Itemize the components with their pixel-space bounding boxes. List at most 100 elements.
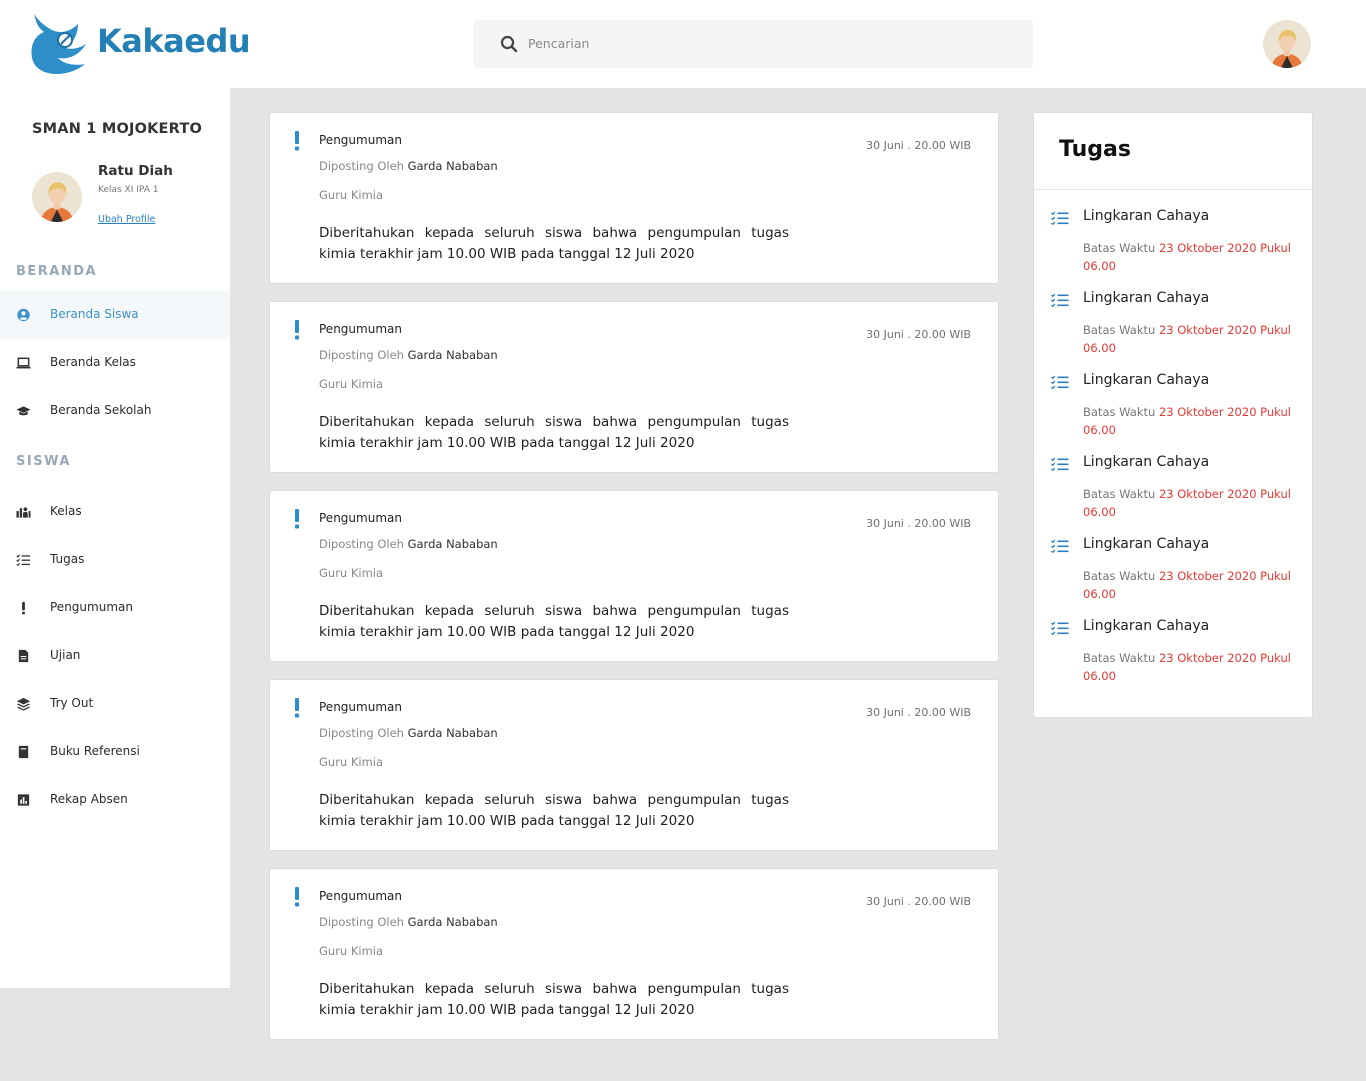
kakaedu-logo-icon[interactable] <box>30 12 88 76</box>
nav-beranda-sekolah[interactable]: Beranda Sekolah <box>0 387 230 435</box>
announcement-posted-by: Diposting Oleh Garda Nababan <box>319 726 498 740</box>
nav-try-out[interactable]: Try Out <box>0 680 230 728</box>
announcement-author: Garda Nababan <box>407 915 498 929</box>
task-item[interactable]: Lingkaran Cahaya Batas Waktu 23 Oktober … <box>1034 290 1312 375</box>
nav-rekap-absen[interactable]: Rekap Absen <box>0 776 230 824</box>
task-deadline: Batas Waktu 23 Oktober 2020 Pukul 06.00 <box>1083 239 1299 275</box>
announcement-card[interactable]: Pengumuman 30 Juni . 20.00 WIB Diposting… <box>269 112 999 284</box>
task-list-icon <box>1051 457 1069 471</box>
deadline-prefix: Batas Waktu <box>1083 569 1156 583</box>
announcement-role: Guru Kimia <box>319 755 384 769</box>
nav-beranda-kelas[interactable]: Beranda Kelas <box>0 339 230 387</box>
nav-label: Ujian <box>50 648 81 662</box>
announcement-card[interactable]: Pengumuman 30 Juni . 20.00 WIB Diposting… <box>269 679 999 851</box>
tugas-header: Tugas <box>1034 113 1312 190</box>
posted-by-prefix: Diposting Oleh <box>319 915 404 929</box>
nav-label: Kelas <box>50 504 82 518</box>
announcement-body: Diberitahukan kepada seluruh siswa bahwa… <box>319 225 789 262</box>
profile-avatar[interactable] <box>32 172 82 222</box>
brand-name[interactable]: Kakaedu <box>97 22 251 60</box>
nav-kelas[interactable]: Kelas <box>0 488 230 536</box>
task-name[interactable]: Lingkaran Cahaya <box>1083 618 1209 634</box>
task-deadline: Batas Waktu 23 Oktober 2020 Pukul 06.00 <box>1083 567 1299 603</box>
exclamation-icon <box>295 509 299 529</box>
announcement-title: Pengumuman <box>319 133 402 147</box>
posted-by-prefix: Diposting Oleh <box>319 348 404 362</box>
deadline-prefix: Batas Waktu <box>1083 651 1156 665</box>
announcement-card[interactable]: Pengumuman 30 Juni . 20.00 WIB Diposting… <box>269 301 999 473</box>
search-input[interactable]: Pencarian <box>528 36 589 51</box>
school-name: SMAN 1 MOJOKERTO <box>32 121 202 137</box>
task-deadline: Batas Waktu 23 Oktober 2020 Pukul 06.00 <box>1083 649 1299 685</box>
announcement-role: Guru Kimia <box>319 188 384 202</box>
announcement-date: 30 Juni . 20.00 WIB <box>866 328 971 341</box>
posted-by-prefix: Diposting Oleh <box>319 726 404 740</box>
exclamation-icon <box>295 320 299 340</box>
exclamation-icon <box>295 131 299 151</box>
exclamation-icon <box>22 601 25 615</box>
announcement-posted-by: Diposting Oleh Garda Nababan <box>319 537 498 551</box>
nav-label: Beranda Siswa <box>50 307 139 321</box>
task-item[interactable]: Lingkaran Cahaya Batas Waktu 23 Oktober … <box>1034 618 1312 703</box>
task-list-icon <box>1051 293 1069 307</box>
search-bar[interactable]: Pencarian <box>473 20 1033 68</box>
nav-label: Buku Referensi <box>50 744 140 758</box>
announcement-body: Diberitahukan kepada seluruh siswa bahwa… <box>319 603 789 640</box>
exclamation-icon <box>295 698 299 718</box>
nav-tugas[interactable]: Tugas <box>0 536 230 584</box>
announcement-card[interactable]: Pengumuman 30 Juni . 20.00 WIB Diposting… <box>269 868 999 1040</box>
nav-beranda-siswa[interactable]: Beranda Siswa <box>0 291 230 339</box>
posted-by-prefix: Diposting Oleh <box>319 159 404 173</box>
nav-label: Try Out <box>50 696 94 710</box>
announcement-role: Guru Kimia <box>319 377 384 391</box>
task-name[interactable]: Lingkaran Cahaya <box>1083 290 1209 306</box>
nav-ujian[interactable]: Ujian <box>0 632 230 680</box>
task-list-icon <box>1051 211 1069 225</box>
announcement-title: Pengumuman <box>319 511 402 525</box>
search-icon <box>500 35 518 53</box>
task-list-icon <box>1051 539 1069 553</box>
siswa-section-label: SISWA <box>16 454 71 469</box>
nav-buku-referensi[interactable]: Buku Referensi <box>0 728 230 776</box>
announcement-author: Garda Nababan <box>407 159 498 173</box>
announcement-role: Guru Kimia <box>319 944 384 958</box>
announcement-date: 30 Juni . 20.00 WIB <box>866 895 971 908</box>
task-name[interactable]: Lingkaran Cahaya <box>1083 536 1209 552</box>
announcement-card[interactable]: Pengumuman 30 Juni . 20.00 WIB Diposting… <box>269 490 999 662</box>
book-icon <box>18 745 29 759</box>
sidebar: SMAN 1 MOJOKERTO Ratu Diah Kelas XI IPA … <box>0 88 230 988</box>
announcement-date: 30 Juni . 20.00 WIB <box>866 517 971 530</box>
task-name[interactable]: Lingkaran Cahaya <box>1083 208 1209 224</box>
posted-by-prefix: Diposting Oleh <box>319 537 404 551</box>
task-item[interactable]: Lingkaran Cahaya Batas Waktu 23 Oktober … <box>1034 372 1312 457</box>
task-name[interactable]: Lingkaran Cahaya <box>1083 372 1209 388</box>
exclamation-icon <box>295 887 299 907</box>
user-circle-icon <box>17 308 30 322</box>
beranda-section-label: BERANDA <box>16 264 98 279</box>
nav-label: Tugas <box>50 552 85 566</box>
task-item[interactable]: Lingkaran Cahaya Batas Waktu 23 Oktober … <box>1034 208 1312 293</box>
profile-name: Ratu Diah <box>98 163 173 179</box>
announcement-posted-by: Diposting Oleh Garda Nababan <box>319 348 498 362</box>
user-avatar[interactable] <box>1263 20 1311 68</box>
tugas-panel: Tugas Lingkaran Cahaya Batas Waktu 23 Ok… <box>1033 112 1313 718</box>
graduation-cap-icon <box>16 406 31 416</box>
nav-label: Beranda Kelas <box>50 355 136 369</box>
task-item[interactable]: Lingkaran Cahaya Batas Waktu 23 Oktober … <box>1034 454 1312 539</box>
nav-pengumuman[interactable]: Pengumuman <box>0 584 230 632</box>
announcement-author: Garda Nababan <box>407 726 498 740</box>
task-item[interactable]: Lingkaran Cahaya Batas Waktu 23 Oktober … <box>1034 536 1312 621</box>
announcement-posted-by: Diposting Oleh Garda Nababan <box>319 915 498 929</box>
nav-label: Rekap Absen <box>50 792 128 806</box>
classroom-icon <box>16 507 31 518</box>
task-list-icon <box>1051 375 1069 389</box>
deadline-prefix: Batas Waktu <box>1083 487 1156 501</box>
announcement-posted-by: Diposting Oleh Garda Nababan <box>319 159 498 173</box>
announcement-author: Garda Nababan <box>407 537 498 551</box>
announcement-date: 30 Juni . 20.00 WIB <box>866 139 971 152</box>
task-name[interactable]: Lingkaran Cahaya <box>1083 454 1209 470</box>
top-header: Kakaedu Pencarian <box>0 0 1366 88</box>
edit-profile-link[interactable]: Ubah Profile <box>98 214 155 225</box>
chart-icon <box>17 794 30 806</box>
laptop-icon <box>16 357 31 369</box>
